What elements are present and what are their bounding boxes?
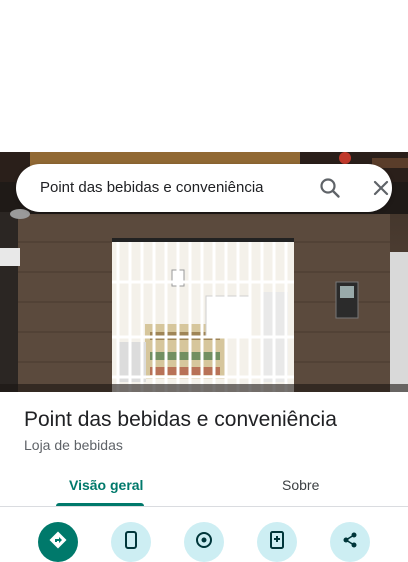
- tab-divider: [0, 506, 408, 507]
- nearby-button[interactable]: [184, 522, 224, 562]
- call-button[interactable]: [111, 522, 151, 562]
- share-button[interactable]: [330, 522, 370, 562]
- save-icon: [270, 531, 284, 549]
- place-category[interactable]: Loja de bebidas: [24, 437, 123, 453]
- location-icon: [196, 532, 212, 548]
- tab-about[interactable]: Sobre: [282, 477, 319, 493]
- search-icon[interactable]: [318, 176, 342, 200]
- search-input[interactable]: Point das bebidas e conveniência: [40, 179, 264, 196]
- share-icon: [343, 532, 357, 548]
- search-bar[interactable]: Point das bebidas e conveniência: [16, 164, 392, 212]
- phone-icon: [125, 531, 137, 549]
- place-title: Point das bebidas e conveniência: [24, 408, 337, 431]
- directions-button[interactable]: [38, 522, 78, 562]
- close-icon[interactable]: [369, 176, 393, 200]
- tab-overview[interactable]: Visão geral: [69, 477, 143, 493]
- save-button[interactable]: [257, 522, 297, 562]
- directions-icon: [49, 531, 67, 549]
